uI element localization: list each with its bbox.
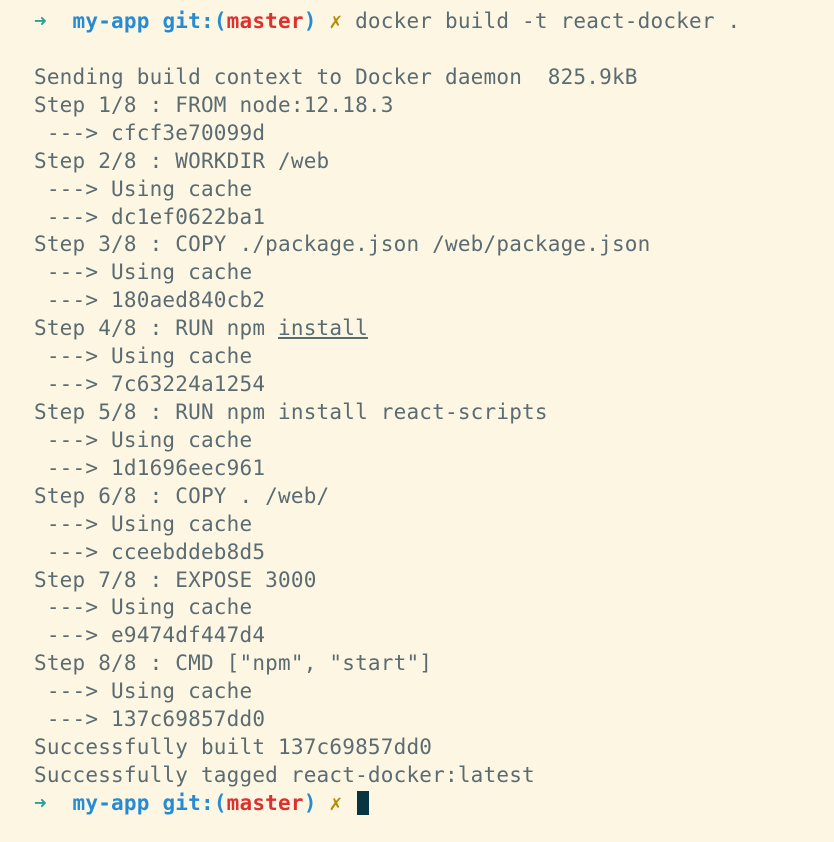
- output-line: Step 8/8 : CMD ["npm", "start"]: [34, 650, 800, 678]
- prompt-dir: my-app: [73, 791, 150, 815]
- prompt-arrow-icon: ➜: [34, 791, 47, 815]
- prompt-paren-close: ): [304, 9, 317, 33]
- output-line: Step 4/8 : RUN npm install: [34, 315, 800, 343]
- output-line: Step 3/8 : COPY ./package.json /web/pack…: [34, 231, 800, 259]
- output-line: ---> Using cache: [34, 259, 800, 287]
- output-line: Successfully tagged react-docker:latest: [34, 762, 800, 790]
- prompt-arrow-icon: ➜: [34, 9, 47, 33]
- output-line: Successfully built 137c69857dd0: [34, 734, 800, 762]
- output-line: ---> dc1ef0622ba1: [34, 204, 800, 232]
- output-line: ---> Using cache: [34, 343, 800, 371]
- output-line: Step 6/8 : COPY . /web/: [34, 483, 800, 511]
- output-line: ---> 137c69857dd0: [34, 706, 800, 734]
- output-line: ---> Using cache: [34, 678, 800, 706]
- prompt-paren-open: (: [214, 9, 227, 33]
- prompt-dir: my-app: [73, 9, 150, 33]
- output-line: ---> Using cache: [34, 176, 800, 204]
- output-line: ---> cceebddeb8d5: [34, 539, 800, 567]
- output-line: ---> 1d1696eec961: [34, 455, 800, 483]
- prompt-line-1[interactable]: ➜ my-app git:(master) ✗ docker build -t …: [34, 8, 800, 36]
- prompt-branch: master: [227, 9, 304, 33]
- prompt-git-label: git:: [162, 791, 213, 815]
- command-text: docker build -t react-docker .: [355, 9, 740, 33]
- output-line: Step 2/8 : WORKDIR /web: [34, 148, 800, 176]
- prompt-paren-open: (: [214, 791, 227, 815]
- prompt-paren-close: ): [304, 791, 317, 815]
- output-line: Step 7/8 : EXPOSE 3000: [34, 567, 800, 595]
- output-line: Step 1/8 : FROM node:12.18.3: [34, 92, 800, 120]
- output-line: ---> 180aed840cb2: [34, 287, 800, 315]
- output-line: ---> Using cache: [34, 511, 800, 539]
- output-line: ---> cfcf3e70099d: [34, 120, 800, 148]
- output-line: ---> Using cache: [34, 594, 800, 622]
- output-line: ---> Using cache: [34, 427, 800, 455]
- prompt-git-label: git:: [162, 9, 213, 33]
- dirty-icon: ✗: [329, 791, 342, 815]
- prompt-line-2[interactable]: ➜ my-app git:(master) ✗: [34, 790, 800, 818]
- blank-line: [34, 36, 800, 64]
- cursor-icon: [357, 791, 369, 815]
- output-text: Step 4/8 : RUN npm: [34, 316, 278, 340]
- output-line: Sending build context to Docker daemon 8…: [34, 64, 800, 92]
- prompt-branch: master: [227, 791, 304, 815]
- output-line: ---> 7c63224a1254: [34, 371, 800, 399]
- output-line: Step 5/8 : RUN npm install react-scripts: [34, 399, 800, 427]
- output-line: ---> e9474df447d4: [34, 622, 800, 650]
- dirty-icon: ✗: [329, 9, 342, 33]
- output-underlined: install: [278, 316, 368, 340]
